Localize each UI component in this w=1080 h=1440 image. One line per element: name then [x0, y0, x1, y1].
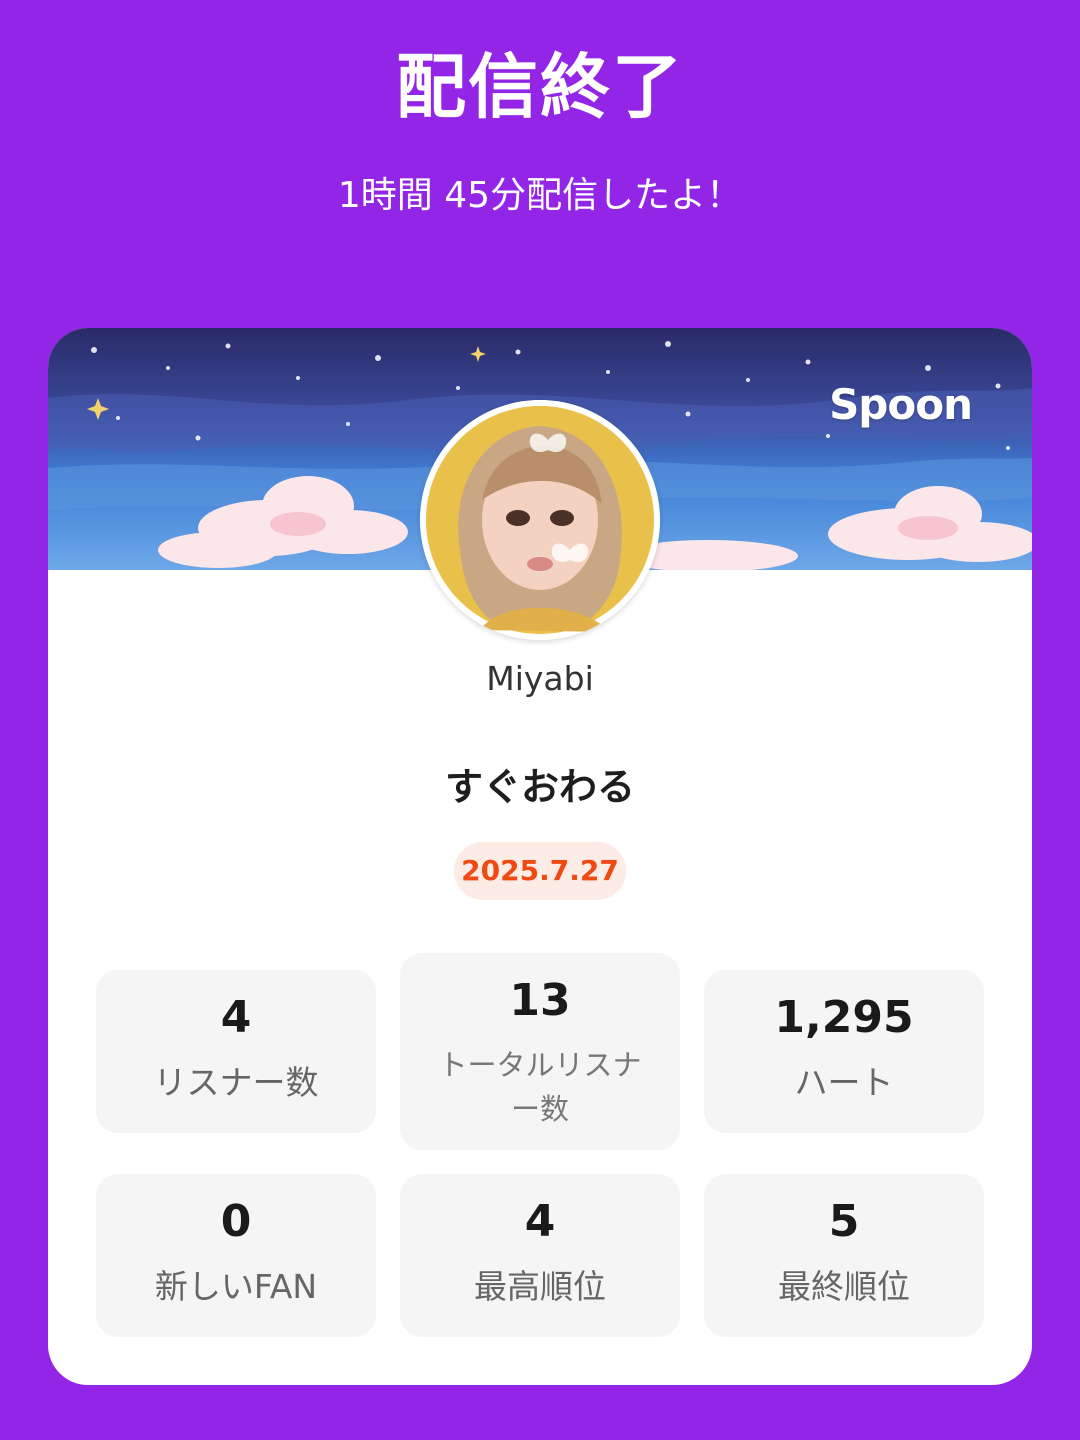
stat-label: リスナー数 [153, 1063, 319, 1102]
stat-hearts: 1,295 ハート [704, 970, 984, 1133]
date-badge: 2025.7.27 [454, 842, 626, 900]
broadcast-duration: 1時間 45分配信したよ！ [337, 175, 743, 216]
username: Miyabi [486, 659, 594, 698]
stat-final-rank: 5 最終順位 [704, 1174, 984, 1337]
stat-value: 4 [220, 992, 252, 1043]
stat-new-fans: 0 新しいFAN [96, 1174, 376, 1337]
stat-value: 1,295 [774, 992, 914, 1043]
stat-label: 最終順位 [778, 1267, 910, 1306]
avatar [420, 400, 660, 640]
stat-value: 4 [524, 1196, 556, 1247]
stat-value: 13 [509, 975, 571, 1026]
spoon-logo: Spoon [829, 380, 973, 429]
page-title: 配信終了 [396, 46, 684, 128]
stat-value: 5 [828, 1196, 860, 1247]
broadcast-summary-card: Spoon Miyabi すぐおわる 2025.7.27 4 リスナー数 13 … [48, 328, 1032, 1385]
stat-value: 0 [220, 1196, 252, 1247]
stat-highest-rank: 4 最高順位 [400, 1174, 680, 1337]
stat-label: 新しいFAN [154, 1267, 318, 1306]
stat-label: トータルリスナー数 [438, 1048, 642, 1126]
stat-listeners: 4 リスナー数 [96, 970, 376, 1133]
stream-title: すぐおわる [444, 765, 635, 809]
stat-label: ハート [794, 1063, 894, 1102]
stat-label: 最高順位 [474, 1267, 606, 1306]
stat-total-listeners: 13 トータルリスナー数 [400, 953, 680, 1150]
